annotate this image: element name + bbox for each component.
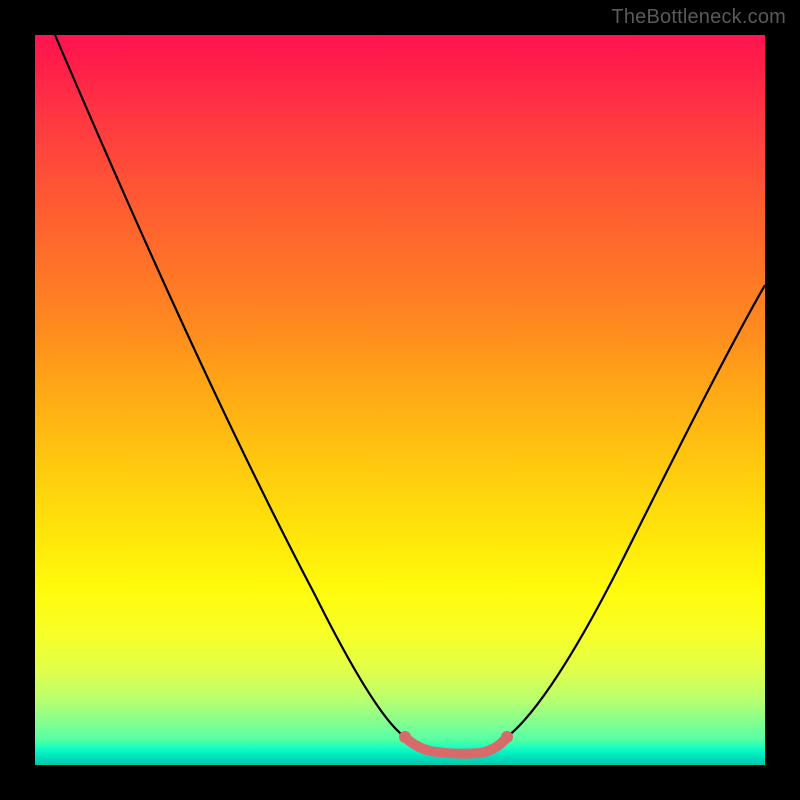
optimal-range-end-dot [501,731,513,743]
optimal-range-segment [405,737,507,754]
curve-right-arm [507,285,765,737]
watermark-text: TheBottleneck.com [611,6,786,29]
optimal-range-start-dot [399,731,411,743]
chart-svg [35,35,765,765]
chart-plot-area [35,35,765,765]
curve-left-arm [55,35,405,737]
